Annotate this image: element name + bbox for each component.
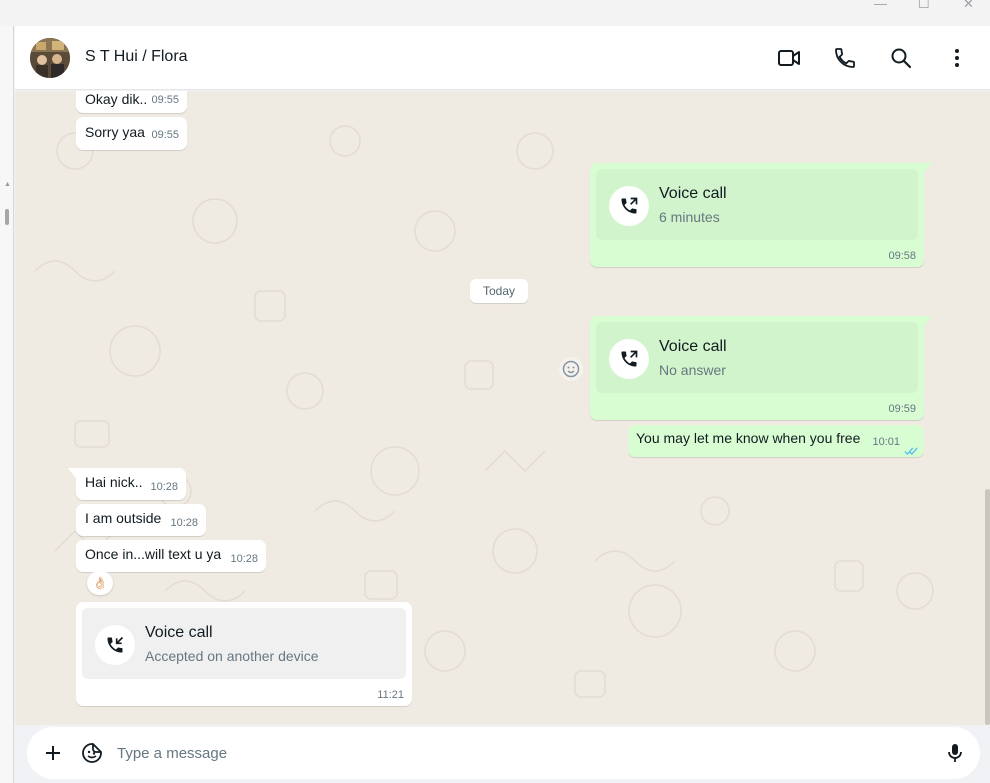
outgoing-call-icon	[609, 339, 649, 379]
video-call-icon[interactable]	[777, 46, 801, 70]
incoming-call-icon	[95, 625, 135, 665]
call-duration: 6 minutes	[659, 209, 720, 225]
call-message-incoming[interactable]: Voice call Accepted on another device 11…	[76, 602, 412, 706]
message-time: 09:59	[888, 403, 916, 415]
call-title: Voice call	[659, 185, 727, 202]
message-incoming[interactable]: Hai nick.. 10:28	[76, 468, 186, 500]
message-text: Hai nick..	[85, 474, 143, 490]
outgoing-call-icon	[609, 186, 649, 226]
minimize-button[interactable]: —	[874, 0, 887, 10]
message-time: 09:55	[151, 94, 179, 106]
attach-plus-icon[interactable]	[41, 741, 65, 765]
message-incoming[interactable]: Once in...will text u ya 10:28	[76, 540, 266, 572]
contact-avatar[interactable]	[30, 38, 70, 78]
composer-box	[27, 727, 980, 779]
message-time: 10:28	[150, 481, 178, 493]
voice-call-icon[interactable]	[833, 46, 857, 70]
message-text: You may let me know when you free	[636, 430, 861, 446]
maximize-button[interactable]: ☐	[918, 0, 930, 10]
chat-list-edge: ▲	[0, 26, 14, 783]
message-text: Okay dik..	[85, 91, 148, 107]
menu-icon[interactable]	[945, 46, 969, 70]
message-incoming[interactable]: I am outside 10:28	[76, 504, 206, 536]
contact-name[interactable]: S T Hui / Flora	[85, 48, 188, 66]
message-input[interactable]	[117, 739, 927, 767]
message-time: 09:55	[151, 129, 179, 141]
emoji-reaction-icon[interactable]	[559, 357, 583, 381]
message-time: 10:28	[230, 553, 258, 565]
message-time: 11:21	[377, 689, 404, 701]
close-button[interactable]: ✕	[963, 0, 974, 10]
message-reaction[interactable]: 👌🏻	[87, 571, 113, 595]
chat-header: S T Hui / Flora	[15, 26, 990, 90]
bubble-tail	[924, 316, 932, 326]
message-text: Once in...will text u ya	[85, 546, 222, 562]
message-composer	[15, 725, 990, 783]
chat-scrollbar[interactable]	[985, 489, 990, 725]
date-separator: Today	[470, 279, 528, 303]
message-time: 10:01	[872, 436, 900, 448]
call-title: Voice call	[659, 338, 727, 355]
call-title: Voice call	[145, 624, 213, 641]
call-status: Accepted on another device	[145, 648, 319, 664]
window-titlebar: — ☐ ✕	[0, 0, 990, 26]
message-time: 10:28	[170, 517, 198, 529]
sticker-emoji-icon[interactable]	[80, 741, 104, 765]
message-outgoing[interactable]: You may let me know when you free 10:01	[628, 425, 924, 457]
search-icon[interactable]	[889, 46, 913, 70]
message-incoming[interactable]: Sorry yaa 09:55	[76, 117, 187, 150]
microphone-icon[interactable]	[943, 741, 967, 765]
bubble-tail	[68, 468, 76, 478]
message-text: I am outside	[85, 510, 162, 526]
call-card: Voice call Accepted on another device	[82, 608, 406, 679]
call-card: Voice call No answer	[596, 322, 918, 393]
call-card: Voice call 6 minutes	[596, 169, 918, 240]
call-message-outgoing[interactable]: Voice call No answer 09:59	[590, 316, 932, 420]
scroll-up-arrow-icon[interactable]: ▲	[4, 181, 11, 188]
bubble-tail	[924, 163, 932, 173]
message-incoming[interactable]: Okay dik.. 09:55	[76, 91, 187, 113]
read-receipt-icon	[904, 442, 918, 456]
chat-messages[interactable]: Okay dik.. 09:55 Sorry yaa 09:55 Voice c…	[15, 91, 990, 725]
chat-list-scrollbar[interactable]	[5, 209, 9, 225]
call-message-outgoing[interactable]: Voice call 6 minutes 09:58	[590, 163, 932, 267]
call-status: No answer	[659, 362, 726, 378]
message-time: 09:58	[888, 250, 916, 262]
message-text: Sorry yaa	[85, 124, 145, 140]
